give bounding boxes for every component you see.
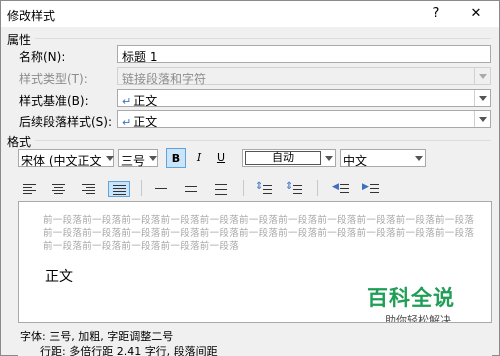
based-on-value: 正文 (133, 94, 158, 108)
name-input[interactable]: 标题 1 (117, 45, 491, 64)
italic-button[interactable]: I (189, 148, 209, 168)
properties-section-label: 属性 (7, 33, 32, 47)
chevron-down-icon (102, 150, 114, 166)
underline-button[interactable]: U (211, 148, 231, 168)
font-color-value: 自动 (245, 151, 321, 165)
decrease-paragraph-spacing-button[interactable]: ⇕ (283, 181, 305, 197)
format-divider (35, 140, 491, 141)
toolbar-separator (141, 180, 142, 196)
properties-divider (35, 38, 491, 39)
arrow-right-icon: ▶ (362, 182, 369, 192)
following-style-value: 正文 (133, 115, 158, 129)
style-type-label: 样式类型(T): (19, 72, 88, 86)
preview-sample-text: 正文 (45, 269, 73, 285)
arrow-updown-icon: ⇕ (255, 181, 264, 192)
justify-button[interactable] (108, 181, 130, 197)
toolbar-separator (243, 180, 244, 196)
font-size-select[interactable]: 三号 (118, 149, 158, 168)
paragraph-mark-icon: ↵ (122, 116, 132, 129)
chevron-down-icon[interactable] (474, 90, 490, 106)
chevron-down-icon (411, 150, 425, 166)
style-description: 字体: 三号, 加粗, 字距调整二号 行距: 多倍行距 2.41 字行, 段落间… (18, 324, 492, 356)
paragraph-mark-icon: ↵ (122, 95, 132, 108)
increase-indent-button[interactable]: ▶ (360, 181, 382, 197)
watermark-logo-text: 百科全说 (367, 286, 455, 310)
modify-style-dialog: 修改样式 ? ✕ 属性 名称(N): 标题 1 样式类型(T): 链接段落和字符… (0, 0, 500, 356)
bold-button[interactable]: B (166, 148, 186, 168)
based-on-select[interactable]: ↵ 正文 (117, 89, 491, 108)
arrow-updown-icon: ⇕ (285, 181, 294, 192)
close-button[interactable]: ✕ (465, 4, 487, 24)
font-size-value: 三号 (121, 154, 146, 168)
style-type-select: 链接段落和字符 (117, 67, 491, 86)
style-preview-pane: 前一段落前一段落前一段落前一段落前一段落前一段落前一段落前一段落前一段落前一段落… (18, 201, 492, 323)
increase-paragraph-spacing-button[interactable]: ⇕ (253, 181, 275, 197)
chevron-down-icon (145, 150, 157, 166)
style-type-value: 链接段落和字符 (122, 72, 207, 86)
align-right-button[interactable] (78, 181, 100, 197)
help-button[interactable]: ? (425, 4, 447, 24)
following-style-label: 后续段落样式(S): (19, 115, 113, 129)
font-color-select[interactable]: 自动 (242, 149, 336, 167)
font-value: 宋体 (中文正文) (21, 154, 107, 168)
toolbar-separator (317, 180, 318, 196)
preview-previous-paragraph-line: 前一段落前一段落前一段落前一段落前一段落 (43, 241, 240, 252)
format-section-label: 格式 (7, 135, 32, 149)
preview-previous-paragraph-line: 前一段落前一段落前一段落前一段落前一段落前一段落前一段落前一段落前一段落前一段落… (43, 228, 475, 239)
name-input-value: 标题 1 (122, 50, 158, 64)
chevron-down-icon[interactable] (474, 111, 490, 127)
title-bar: 修改样式 ? ✕ (1, 1, 499, 27)
following-style-select[interactable]: ↵ 正文 (117, 110, 491, 129)
preview-previous-paragraph-line: 前一段落前一段落前一段落前一段落前一段落前一段落前一段落前一段落前一段落前一段落… (43, 215, 475, 226)
watermark-subtitle: 助你轻松解决 (385, 314, 451, 323)
single-spacing-button[interactable] (151, 181, 173, 197)
align-left-button[interactable] (19, 181, 41, 197)
language-value: 中文 (343, 154, 368, 168)
name-label: 名称(N): (19, 50, 66, 64)
decrease-indent-button[interactable]: ◀ (330, 181, 352, 197)
chevron-down-icon (474, 68, 490, 84)
font-select[interactable]: 宋体 (中文正文) (18, 149, 114, 168)
align-center-button[interactable] (48, 181, 70, 197)
one-half-spacing-button[interactable] (181, 181, 203, 197)
dialog-title: 修改样式 (7, 9, 56, 23)
description-line-1: 字体: 三号, 加粗, 字距调整二号 (20, 330, 174, 343)
arrow-left-icon: ◀ (332, 182, 339, 192)
chevron-down-icon (321, 150, 335, 166)
description-line-2: 行距: 多倍行距 2.41 字行, 段落间距 (40, 345, 218, 356)
font-dropdown-arrow[interactable] (102, 149, 114, 167)
double-spacing-button[interactable] (211, 181, 233, 197)
language-select[interactable]: 中文 (340, 149, 426, 168)
based-on-label: 样式基准(B): (19, 94, 89, 108)
